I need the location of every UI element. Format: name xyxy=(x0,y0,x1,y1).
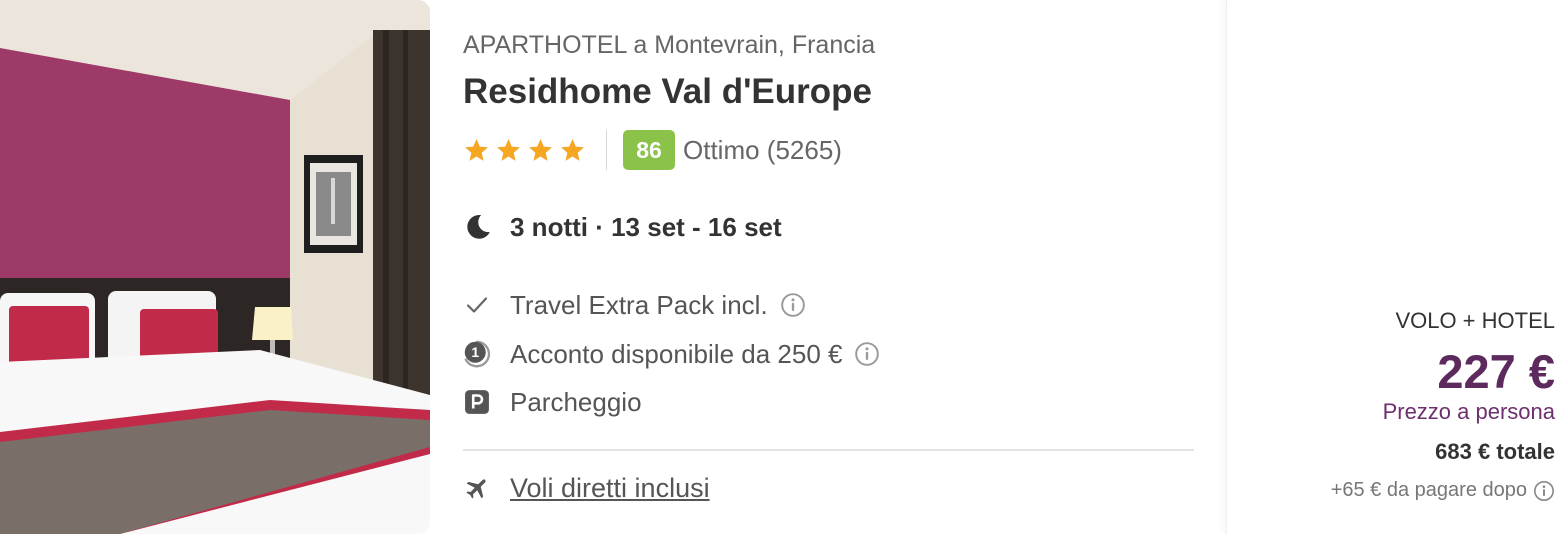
stay-dates-row: 3 notti · 13 set - 16 set xyxy=(463,205,782,249)
feature-label: Acconto disponibile da 250 € xyxy=(510,338,843,369)
feature-travel-extra-pack: Travel Extra Pack incl. xyxy=(463,288,806,322)
star-icon xyxy=(529,138,552,161)
extra-fee-label: +65 € da pagare dopo xyxy=(1330,479,1527,501)
extra-fee-row: +65 € da pagare dopo xyxy=(1331,479,1555,502)
stay-dates: 3 notti · 13 set - 16 set xyxy=(510,211,782,242)
feature-label: Parcheggio xyxy=(510,386,642,417)
info-icon[interactable] xyxy=(854,341,880,367)
moon-icon xyxy=(467,214,490,239)
direct-flights-row: Voli diretti inclusi xyxy=(463,469,710,507)
deposit-icon: 1 xyxy=(463,340,491,368)
review-score-label[interactable]: Ottimo (5265) xyxy=(683,135,842,166)
star-icon xyxy=(465,138,488,161)
star-icon xyxy=(561,138,584,161)
hotel-photo[interactable] xyxy=(0,0,430,534)
feature-deposit: 1 Acconto disponibile da 250 € xyxy=(463,337,880,371)
total-price: 683 € totale xyxy=(1435,439,1555,464)
check-icon xyxy=(463,291,491,319)
rating-divider xyxy=(606,130,607,170)
star-rating xyxy=(463,137,586,164)
info-icon[interactable] xyxy=(780,292,806,318)
hotel-type-location: APARTHOTEL a Montevrain, Francia xyxy=(463,31,876,59)
price-per-person[interactable]: 227 € xyxy=(1437,344,1555,399)
section-divider xyxy=(463,449,1194,451)
package-type: VOLO + HOTEL xyxy=(1395,308,1555,333)
review-score-badge: 86 xyxy=(623,130,675,170)
feature-parking: Parcheggio xyxy=(463,385,642,419)
parking-icon xyxy=(463,388,491,416)
price-panel: VOLO + HOTEL 227 € Prezzo a persona 683 … xyxy=(1226,0,1564,534)
rating-row: 86 Ottimo (5265) xyxy=(463,130,842,170)
hotel-offer-card[interactable]: APARTHOTEL a Montevrain, Francia Residho… xyxy=(0,0,1564,534)
hotel-name[interactable]: Residhome Val d'Europe xyxy=(463,72,872,112)
price-per-person-label: Prezzo a persona xyxy=(1382,399,1555,424)
hotel-info: APARTHOTEL a Montevrain, Francia Residho… xyxy=(463,0,1195,534)
hotel-room-image xyxy=(0,0,430,534)
info-icon[interactable] xyxy=(1533,480,1555,502)
direct-flights-link[interactable]: Voli diretti inclusi xyxy=(510,473,710,504)
feature-label: Travel Extra Pack incl. xyxy=(510,289,768,320)
star-icon xyxy=(497,138,520,161)
svg-text:1: 1 xyxy=(471,344,479,360)
plane-icon xyxy=(466,479,486,499)
